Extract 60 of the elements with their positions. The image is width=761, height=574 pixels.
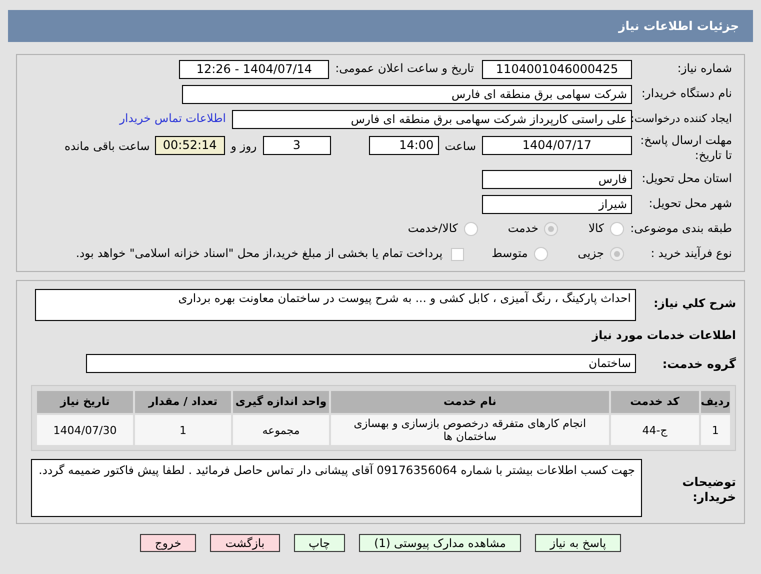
buyer-org-field[interactable]: شرکت سهامی برق منطقه ای فارس	[182, 84, 632, 104]
field-label: روز و	[230, 138, 257, 155]
field-label: طبقه بندی موضوعی:	[632, 220, 732, 238]
column-header: کد خدمت	[610, 391, 699, 414]
field-label: توضیحات خریدار:	[681, 475, 736, 506]
section-title: اطلاعات خدمات مورد نیاز	[590, 327, 736, 344]
field-label: نوع فرآیند خرید :	[650, 245, 732, 262]
radio-label: کالا/خدمت	[408, 220, 458, 238]
table-cell: ج-44	[610, 415, 699, 446]
field-label: تاریخ و ساعت اعلان عمومی:	[335, 60, 474, 78]
column-header: نام خدمت	[331, 391, 609, 414]
radio-button[interactable]	[534, 247, 548, 261]
radio-label: خدمت	[508, 220, 538, 238]
field-label: گروه خدمت:	[661, 356, 736, 373]
field-label: شماره نیاز:	[676, 60, 732, 78]
field-label: شهر محل تحویل:	[648, 195, 732, 212]
column-header: واحد اندازه گیری	[233, 391, 329, 414]
radio-button[interactable]	[610, 222, 624, 236]
radio-button[interactable]	[464, 222, 478, 236]
table-cell: انجام کارهای متفرقه درخصوص بازسازی و بهسازی ساختمان ها	[331, 415, 609, 446]
column-header: تاریخ نیاز	[37, 391, 133, 414]
radio-label: جزیی	[578, 245, 604, 262]
field-label: ساعت	[444, 138, 476, 155]
action-button[interactable]: پاسخ به نیاز	[534, 534, 622, 552]
action-button[interactable]: مشاهده مدارک پیوستی (1)	[359, 534, 521, 552]
checkbox[interactable]	[450, 248, 464, 260]
field-label: نام دستگاه خریدار:	[640, 85, 732, 102]
deadline-date-field[interactable]: 1404/07/17	[482, 136, 632, 155]
description-field[interactable]: احداث پارکینگ ، رنگ آمیزی ، کابل کشی و ... به شرح پیوست در ساختمان معاونت بهره برداری	[35, 289, 636, 321]
deadline-time-field[interactable]: 14:00	[368, 136, 439, 155]
field-label: استان محل تحویل:	[640, 170, 732, 188]
days-field[interactable]: 3	[262, 136, 331, 155]
field-label: ایجاد کننده درخواست:	[632, 110, 732, 127]
table-cell: 1	[700, 415, 730, 446]
field-label: مهلت ارسال پاسخ: تا تاریخ:	[639, 133, 732, 163]
payment-note: پرداخت تمام یا بخشی از مبلغ خرید،از محل "اسناد خزانه اسلامی" خواهد بود.	[76, 245, 443, 262]
column-header: تعداد / مقدار	[135, 391, 231, 414]
remaining-time-field: 00:52:14	[154, 136, 225, 155]
service-group-field[interactable]: ساختمان	[86, 354, 636, 374]
column-header: ردیف	[700, 391, 730, 414]
table-cell: مجموعه	[233, 415, 329, 446]
city-field[interactable]: شیراز	[482, 194, 632, 214]
action-button[interactable]: چاپ	[294, 534, 346, 552]
table-cell: 1404/07/30	[37, 415, 133, 446]
field-label: ساعت باقی مانده	[64, 138, 150, 155]
province-field[interactable]: فارس	[482, 170, 632, 188]
action-button[interactable]: بازگشت	[210, 534, 280, 552]
buyer-notes-field[interactable]: جهت کسب اطلاعات بیشتر با شماره 09176356064 آقای پیشانی دار تماس حاصل فرمائید . لطفا پیش فاکتور ضمیمه گردد.	[31, 459, 642, 518]
action-button[interactable]: خروج	[140, 534, 196, 552]
radio-button[interactable]	[610, 247, 624, 261]
field-label: شرح کلي نياز:	[652, 295, 736, 312]
table-cell: 1	[135, 415, 231, 446]
need-number-field[interactable]: 1104001046000425	[482, 60, 632, 78]
announce-date-field[interactable]: 1404/07/14 - 12:26	[179, 60, 330, 78]
buyer-contact-link[interactable]: اطلاعات تماس خریدار	[119, 110, 226, 128]
radio-label: متوسط	[492, 245, 528, 262]
page-title: جزئیات اطلاعات نیاز	[618, 18, 739, 35]
requester-field[interactable]: علی راستی کارپرداز شرکت سهامی برق منطقه ای فارس	[232, 110, 632, 128]
radio-label: کالا	[588, 220, 604, 238]
radio-button[interactable]	[544, 222, 558, 236]
